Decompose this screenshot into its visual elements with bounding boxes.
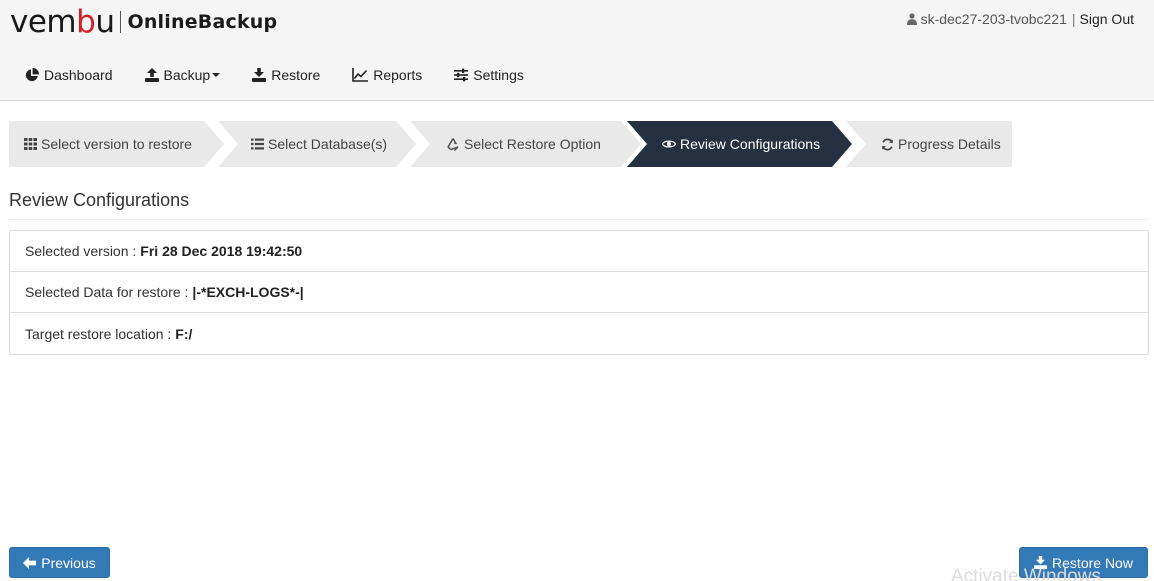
review-list: Selected version : Fri 28 Dec 2018 19:42… bbox=[9, 230, 1149, 355]
vembu-logo: vembu OnlineBackup bbox=[10, 4, 277, 40]
wizard-step-label: Select Database(s) bbox=[268, 136, 388, 152]
title-divider bbox=[9, 219, 1148, 220]
brand-wordmark: vembu bbox=[10, 3, 115, 40]
restore-wizard: Select version to restore Select Databas… bbox=[9, 121, 1012, 167]
review-value: F:/ bbox=[175, 325, 193, 342]
nav-reports-label: Reports bbox=[373, 67, 423, 83]
list-icon bbox=[251, 138, 264, 150]
nav-reports[interactable]: Reports bbox=[352, 67, 422, 83]
logo-divider bbox=[120, 11, 122, 33]
sliders-icon bbox=[454, 68, 469, 82]
previous-button[interactable]: Previous bbox=[9, 547, 110, 578]
page-title: Review Configurations bbox=[9, 190, 190, 210]
user-icon bbox=[906, 13, 917, 25]
main-nav: Dashboard Backup Restore Reports Setting… bbox=[25, 67, 556, 83]
line-chart-icon bbox=[352, 68, 369, 82]
nav-settings-label: Settings bbox=[473, 67, 524, 83]
nav-settings[interactable]: Settings bbox=[454, 67, 524, 83]
wizard-step-review-configurations[interactable]: Review Configurations bbox=[627, 121, 852, 167]
wizard-step-label: Review Configurations bbox=[680, 136, 821, 152]
header-separator: | bbox=[1071, 11, 1076, 27]
download-icon bbox=[252, 68, 267, 82]
wizard-step-label: Select Restore Option bbox=[464, 136, 601, 152]
review-label: Selected version : bbox=[25, 243, 137, 259]
arrow-left-icon bbox=[23, 556, 37, 569]
wizard-step-progress-details[interactable]: Progress Details bbox=[846, 121, 1012, 167]
review-row-version: Selected version : Fri 28 Dec 2018 19:42… bbox=[10, 231, 1148, 272]
eye-icon bbox=[662, 140, 676, 148]
sign-out-link[interactable]: Sign Out bbox=[1080, 11, 1134, 27]
grid-icon bbox=[24, 138, 37, 150]
nav-backup[interactable]: Backup bbox=[144, 67, 221, 83]
nav-backup-label: Backup bbox=[163, 67, 211, 83]
review-row-data: Selected Data for restore : |-*EXCH-LOGS… bbox=[10, 272, 1148, 313]
refresh-icon bbox=[882, 138, 893, 150]
review-row-location: Target restore location : F:/ bbox=[10, 313, 1148, 354]
wizard-step-label: Select version to restore bbox=[41, 136, 192, 152]
user-box: sk-dec27-203-tvobc221 | Sign Out bbox=[906, 11, 1134, 27]
top-header: vembu OnlineBackup sk-dec27-203-tvobc221… bbox=[0, 0, 1154, 101]
recycle-icon bbox=[447, 138, 459, 151]
review-label: Selected Data for restore : bbox=[25, 284, 189, 300]
nav-restore-label: Restore bbox=[271, 67, 321, 83]
activate-windows-watermark: Activate Windows bbox=[951, 566, 1101, 581]
nav-dashboard[interactable]: Dashboard bbox=[25, 67, 113, 83]
nav-dashboard-label: Dashboard bbox=[44, 67, 113, 83]
wizard-step-label: Progress Details bbox=[898, 136, 1001, 152]
review-label: Target restore location : bbox=[25, 325, 172, 342]
upload-icon bbox=[144, 68, 159, 82]
previous-button-label: Previous bbox=[41, 554, 96, 571]
pie-chart-icon bbox=[25, 68, 39, 82]
review-value: |-*EXCH-LOGS*-| bbox=[192, 284, 304, 300]
wizard-step-select-restore-option[interactable]: Select Restore Option bbox=[410, 121, 641, 167]
nav-restore[interactable]: Restore bbox=[252, 67, 320, 83]
product-name: OnlineBackup bbox=[127, 11, 278, 33]
review-value: Fri 28 Dec 2018 19:42:50 bbox=[140, 243, 303, 259]
wizard-step-select-version[interactable]: Select version to restore bbox=[9, 121, 224, 167]
wizard-step-select-database[interactable]: Select Database(s) bbox=[218, 121, 416, 167]
username: sk-dec27-203-tvobc221 bbox=[920, 11, 1067, 27]
chevron-down-icon bbox=[212, 73, 221, 77]
